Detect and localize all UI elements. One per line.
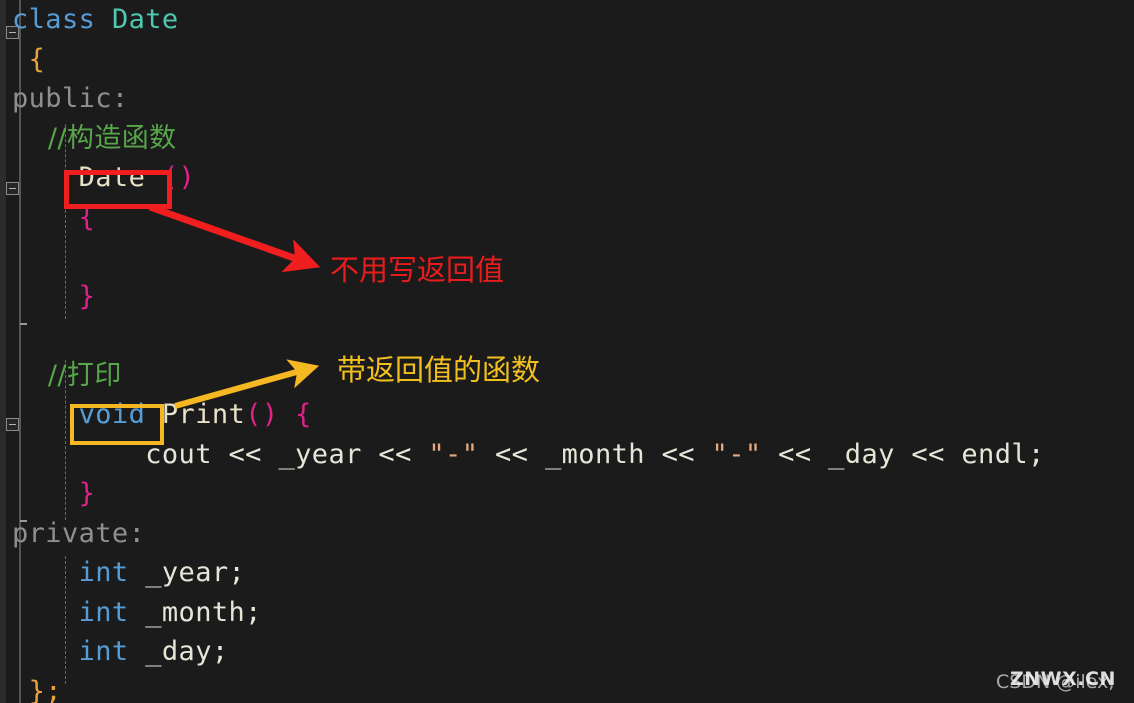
code-token: _month;: [128, 596, 262, 628]
code-token: Date: [78, 162, 146, 193]
code-token: class: [12, 4, 112, 35]
code-token: int: [78, 636, 129, 667]
code-token: "-": [711, 438, 762, 470]
line-ctor-open[interactable]: {: [0, 198, 1134, 238]
code-token: }: [12, 280, 96, 312]
code-token: };: [12, 675, 62, 703]
code-token: {: [278, 399, 312, 430]
line-public[interactable]: public:: [0, 79, 1134, 119]
code-token: (): [245, 399, 279, 430]
code-token: }: [12, 478, 96, 509]
code-token: {: [12, 43, 46, 75]
watermark-overlay: ZNWX.CN: [1010, 668, 1116, 690]
code-token: //构造函数: [12, 122, 177, 154]
line-field-month[interactable]: int _month;: [0, 593, 1134, 633]
annotation-label-constructor: 不用写返回值: [330, 253, 505, 287]
code-token: private:: [12, 517, 146, 549]
code-editor-screenshot: class Date { public: //构造函数 Date () { } /…: [0, 0, 1134, 703]
code-token: Print: [161, 399, 246, 430]
code-token: //打印: [12, 359, 122, 391]
code-token: "-": [428, 438, 479, 470]
code-token: _year;: [128, 557, 246, 588]
line-cout[interactable]: cout << _year << "-" << _month << "-" <<…: [0, 435, 1134, 475]
code-token: cout << _year <<: [12, 438, 429, 470]
code-token: _day;: [128, 636, 229, 667]
code-token: int: [78, 596, 129, 628]
code-token: int: [78, 557, 129, 588]
line-field-day[interactable]: int _day;: [0, 632, 1134, 672]
line-print-close[interactable]: }: [0, 474, 1134, 514]
code-token: {: [12, 201, 96, 233]
line-open-brace[interactable]: {: [0, 40, 1134, 80]
code-token: void: [78, 399, 146, 430]
line-comment-print[interactable]: //打印: [0, 356, 1134, 396]
line-print-decl[interactable]: void Print() {: [0, 395, 1134, 435]
line-private[interactable]: private:: [0, 514, 1134, 554]
line-field-year[interactable]: int _year;: [0, 553, 1134, 593]
line-class-close[interactable]: };: [0, 672, 1134, 703]
code-token: Date: [111, 4, 179, 35]
code-area[interactable]: class Date { public: //构造函数 Date () { } /…: [0, 0, 1134, 703]
line-ctor-decl[interactable]: Date (): [0, 158, 1134, 198]
code-token: (): [145, 162, 196, 193]
code-token: public:: [12, 83, 129, 114]
line-class-date[interactable]: class Date: [0, 0, 1134, 40]
annotation-label-print: 带返回值的函数: [337, 353, 541, 387]
line-comment-ctor[interactable]: //构造函数: [0, 119, 1134, 159]
line-ctor-close[interactable]: }: [0, 277, 1134, 317]
code-token: << _day << endl;: [761, 438, 1045, 470]
code-token: << _month <<: [478, 438, 712, 470]
line-blank-1[interactable]: [0, 316, 1134, 356]
line-ctor-body[interactable]: [0, 237, 1134, 277]
